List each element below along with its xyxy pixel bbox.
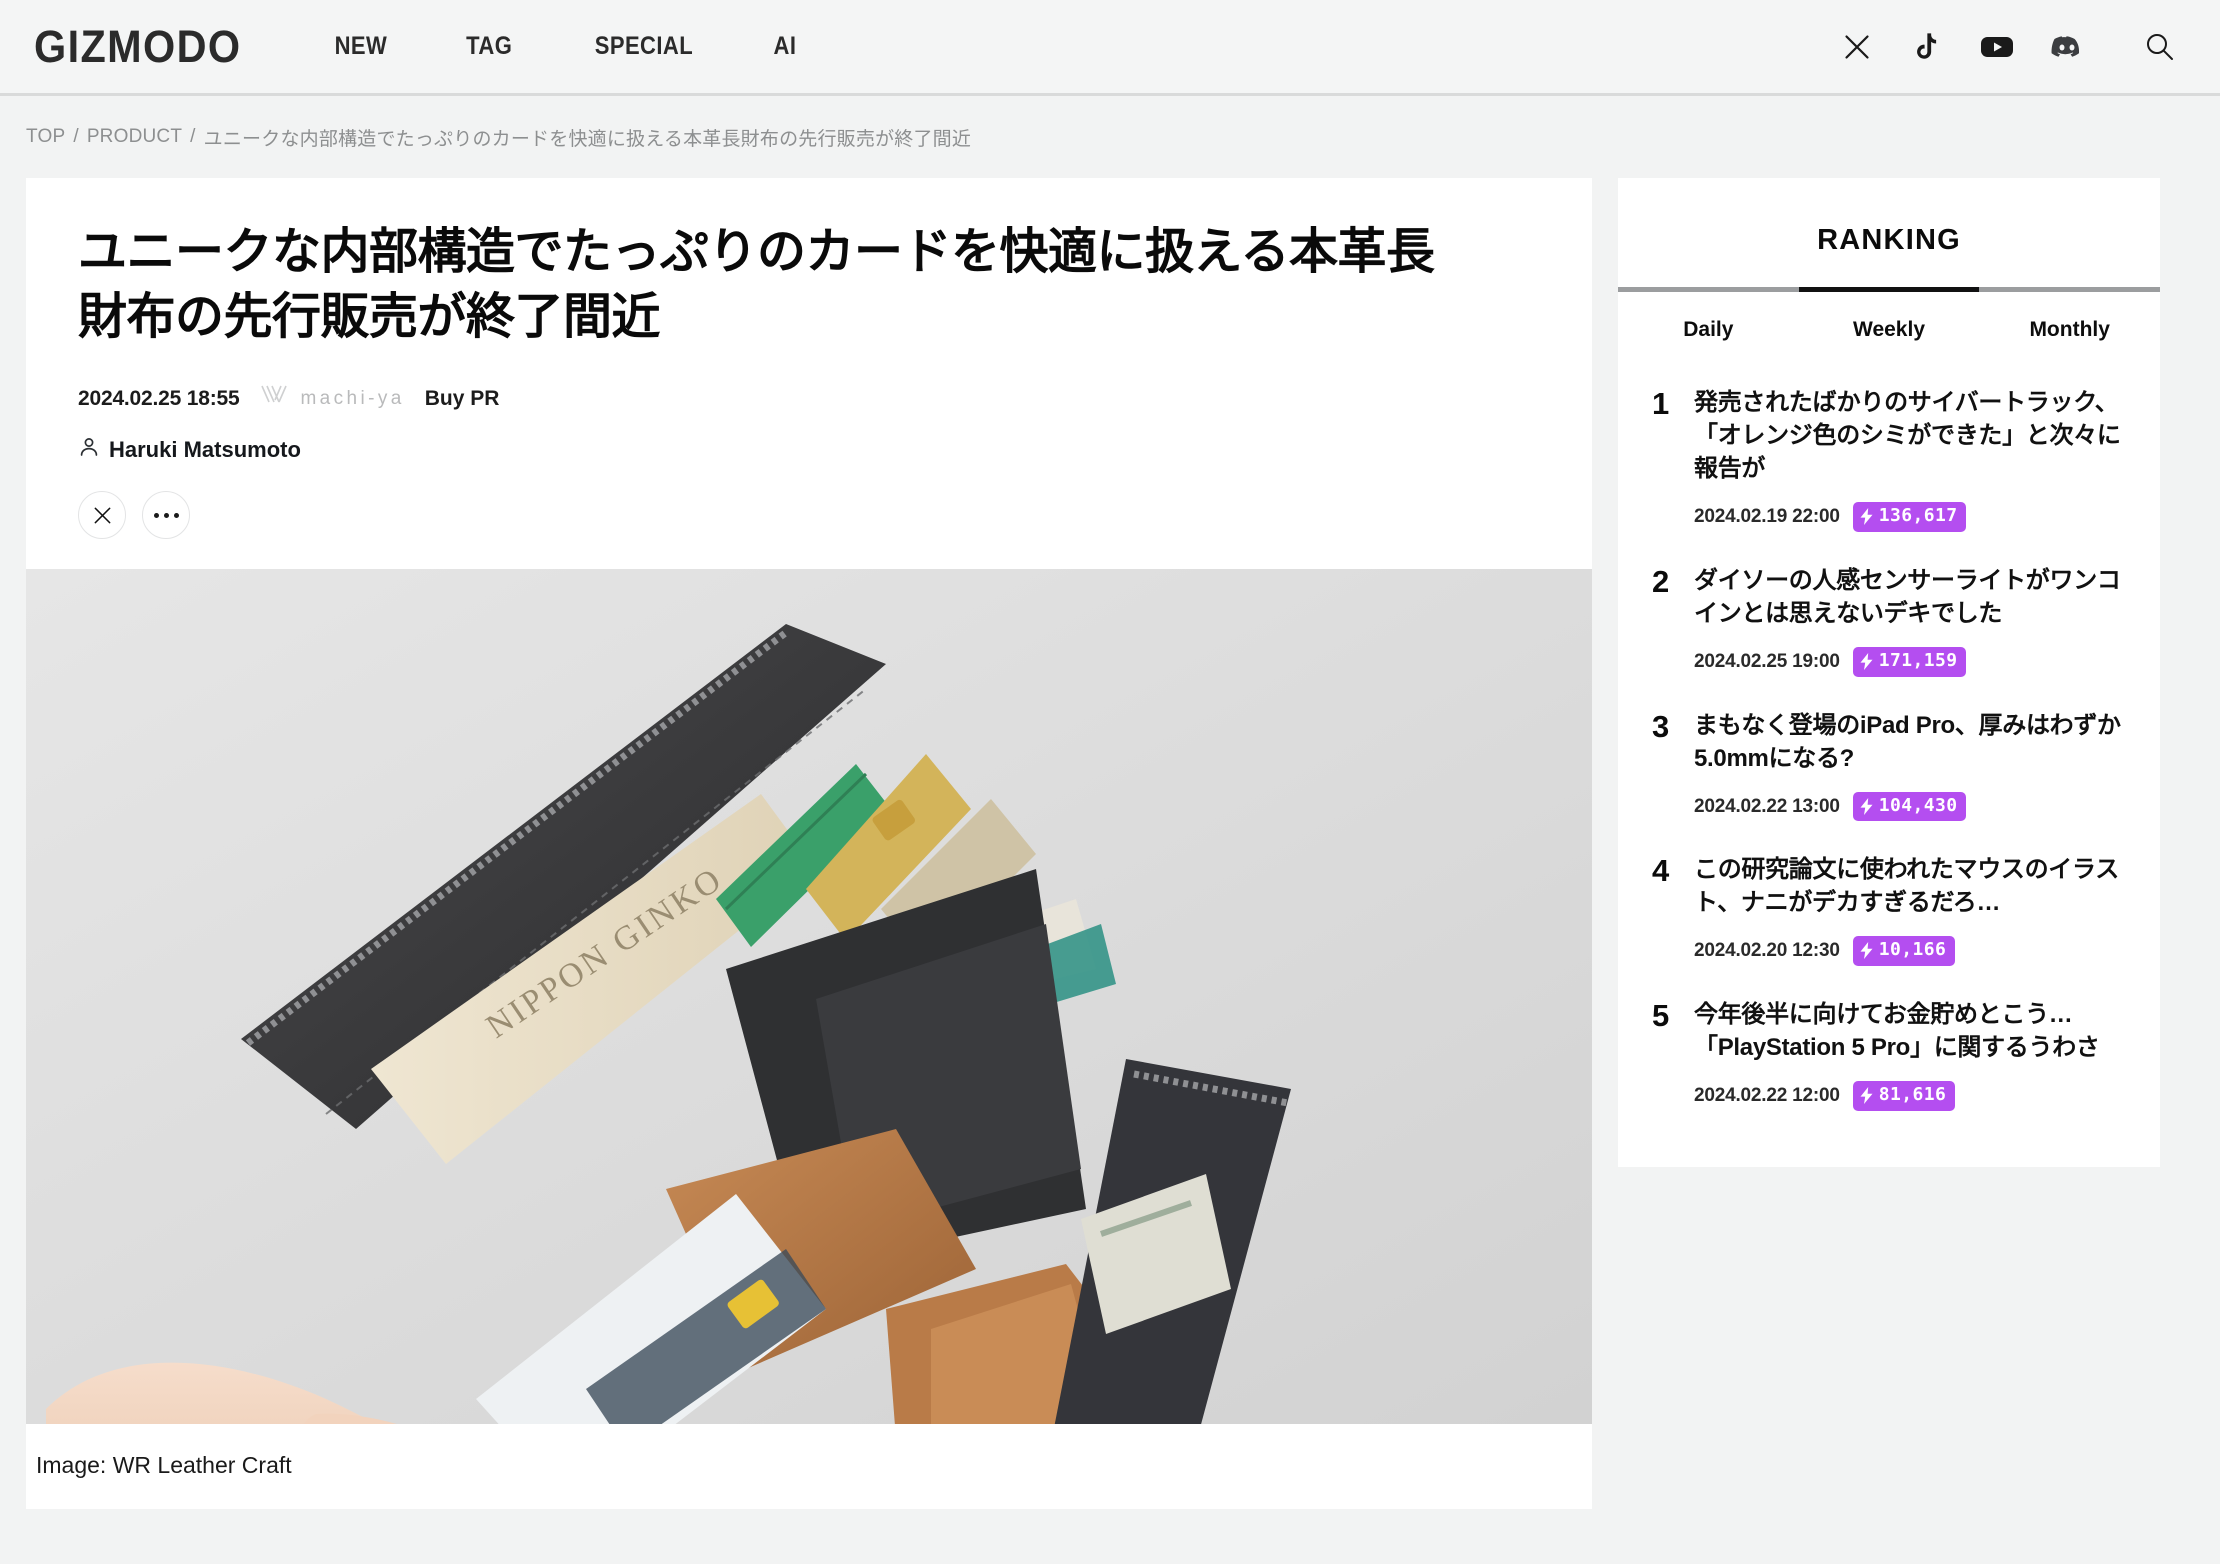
pageview-count: 104,430 xyxy=(1878,794,1958,816)
rank-number: 5 xyxy=(1652,997,1670,1033)
tiktok-icon[interactable] xyxy=(1910,30,1944,64)
breadcrumb-product[interactable]: PRODUCT xyxy=(87,126,182,148)
ranking-tabs-underline xyxy=(1618,287,2160,292)
x-twitter-icon[interactable] xyxy=(1840,30,1874,64)
author-row: Haruki Matsumoto xyxy=(78,436,1540,463)
ranking-item[interactable]: 4 この研究論文に使われたマウスのイラスト、ナニがデカすぎるだろ… 2024.0… xyxy=(1652,837,2126,982)
ranking-tabs: Daily Weekly Monthly xyxy=(1618,292,2160,352)
ranking-item[interactable]: 5 今年後半に向けてお金貯めとこう…「PlayStation 5 Pro」に関す… xyxy=(1652,982,2126,1127)
pageview-badge: 81,616 xyxy=(1852,1081,1956,1111)
hero-image: NIPPON GINKO xyxy=(26,569,1592,1425)
rank-headline: ダイソーの人感センサーライトがワンコインとは思えないデキでした xyxy=(1694,566,2121,627)
gizmodo-logo[interactable]: GIZMODO xyxy=(34,21,241,73)
discord-icon[interactable] xyxy=(2050,30,2084,64)
nav-item-ai[interactable]: AI xyxy=(773,32,796,61)
ranking-item[interactable]: 1 発売されたばかりのサイバートラック、「オレンジ色のシミができた」と次々に報告… xyxy=(1652,370,2126,548)
image-caption: Image: WR Leather Craft xyxy=(26,1424,1592,1510)
lightning-bolt-icon xyxy=(1860,508,1873,526)
lightning-bolt-icon xyxy=(1860,942,1873,960)
pageview-count: 171,159 xyxy=(1878,650,1958,672)
rank-headline: まもなく登場のiPad Pro、厚みはわずか5.0mmになる? xyxy=(1694,711,2121,772)
main-navigation: NEW TAG SPECIAL AI xyxy=(331,32,797,61)
rank-date: 2024.02.25 19:00 xyxy=(1694,650,1840,672)
rank-headline: 発売されたばかりのサイバートラック、「オレンジ色のシミができた」と次々に報告が xyxy=(1694,389,2121,483)
ellipsis-icon xyxy=(153,512,179,518)
publish-date: 2024.02.25 18:55 xyxy=(78,386,240,410)
search-icon[interactable] xyxy=(2142,30,2176,64)
rank-date: 2024.02.22 13:00 xyxy=(1694,795,1840,817)
article-meta: 2024.02.25 18:55 machi-ya Buy PR xyxy=(78,383,1540,414)
rank-number: 3 xyxy=(1652,708,1670,744)
rank-date: 2024.02.20 12:30 xyxy=(1694,940,1840,962)
breadcrumb: TOP / PRODUCT / ユニークな内部構造でたっぷりのカードを快適に扱え… xyxy=(0,96,2220,178)
breadcrumb-top[interactable]: TOP xyxy=(26,126,65,148)
breadcrumb-separator-2: / xyxy=(190,126,196,147)
rank-number: 1 xyxy=(1652,386,1670,421)
machiya-wordmark: machi-ya xyxy=(300,387,405,409)
ranking-list: 1 発売されたばかりのサイバートラック、「オレンジ色のシミができた」と次々に報告… xyxy=(1618,352,2160,1127)
nav-item-new[interactable]: NEW xyxy=(335,32,388,61)
pageview-badge: 10,166 xyxy=(1852,936,1956,966)
ranking-card: RANKING Daily Weekly Monthly 1 発売されたばかりの… xyxy=(1618,178,2160,1167)
rank-headline: この研究論文に使われたマウスのイラスト、ナニがデカすぎるだろ… xyxy=(1694,856,2119,917)
article-header: ユニークな内部構造でたっぷりのカードを快適に扱える本革長財布の先行販売が終了間近… xyxy=(26,178,1592,569)
youtube-icon[interactable] xyxy=(1980,30,2014,64)
hero-image-wrap: NIPPON GINKO Image: WR Leather Craft xyxy=(26,569,1592,1510)
nav-item-special[interactable]: SPECIAL xyxy=(594,32,692,61)
nav-item-tag[interactable]: TAG xyxy=(466,32,512,61)
machiya-mark-icon xyxy=(259,383,289,414)
article-card: ユニークな内部構造でたっぷりのカードを快適に扱える本革長財布の先行販売が終了間近… xyxy=(26,178,1592,1510)
pageview-badge: 171,159 xyxy=(1852,647,1967,677)
lightning-bolt-icon xyxy=(1860,1086,1873,1104)
tab-daily[interactable]: Daily xyxy=(1618,318,1799,342)
pageview-count: 136,617 xyxy=(1878,505,1958,527)
ranking-title: RANKING xyxy=(1817,224,1961,256)
share-more-button[interactable] xyxy=(142,491,190,540)
rank-headline: 今年後半に向けてお金貯めとこう…「PlayStation 5 Pro」に関するう… xyxy=(1694,1000,2100,1062)
person-icon xyxy=(78,436,100,463)
buy-pr-label[interactable]: Buy PR xyxy=(425,387,500,411)
breadcrumb-separator-1: / xyxy=(73,126,79,147)
ranking-item[interactable]: 3 まもなく登場のiPad Pro、厚みはわずか5.0mmになる? 2024.0… xyxy=(1652,693,2126,838)
machiya-sponsor-logo[interactable]: machi-ya xyxy=(259,383,404,414)
page-layout: ユニークな内部構造でたっぷりのカードを快適に扱える本革長財布の先行販売が終了間近… xyxy=(0,178,2220,1510)
header-social-links xyxy=(1840,30,2176,64)
pageview-badge: 136,617 xyxy=(1852,502,1967,532)
hero-illustration: NIPPON GINKO xyxy=(26,569,1592,1425)
lightning-bolt-icon xyxy=(1860,797,1873,815)
lightning-bolt-icon xyxy=(1860,652,1873,670)
author-name[interactable]: Haruki Matsumoto xyxy=(109,437,301,463)
rank-number: 2 xyxy=(1652,563,1670,599)
pageview-badge: 104,430 xyxy=(1852,791,1967,822)
rank-number: 4 xyxy=(1652,853,1670,889)
share-x-button[interactable] xyxy=(78,491,126,540)
tab-monthly[interactable]: Monthly xyxy=(1979,318,2160,342)
rank-date: 2024.02.22 12:00 xyxy=(1694,1084,1840,1106)
share-buttons xyxy=(78,491,1540,569)
tab-weekly[interactable]: Weekly xyxy=(1799,318,1980,342)
pageview-count: 10,166 xyxy=(1878,939,1947,961)
rank-date: 2024.02.19 22:00 xyxy=(1694,506,1840,528)
sidebar: RANKING Daily Weekly Monthly 1 発売されたばかりの… xyxy=(1618,178,2160,1167)
pageview-count: 81,616 xyxy=(1878,1084,1947,1106)
page-title: ユニークな内部構造でたっぷりのカードを快適に扱える本革長財布の先行販売が終了間近 xyxy=(78,225,1435,344)
breadcrumb-current: ユニークな内部構造でたっぷりのカードを快適に扱える本革長財布の先行販売が終了間近 xyxy=(203,128,972,150)
ranking-active-tab-indicator xyxy=(1798,287,1980,292)
ranking-item[interactable]: 2 ダイソーの人感センサーライトがワンコインとは思えないデキでした 2024.0… xyxy=(1652,548,2126,693)
site-header: GIZMODO NEW TAG SPECIAL AI xyxy=(0,0,2220,96)
